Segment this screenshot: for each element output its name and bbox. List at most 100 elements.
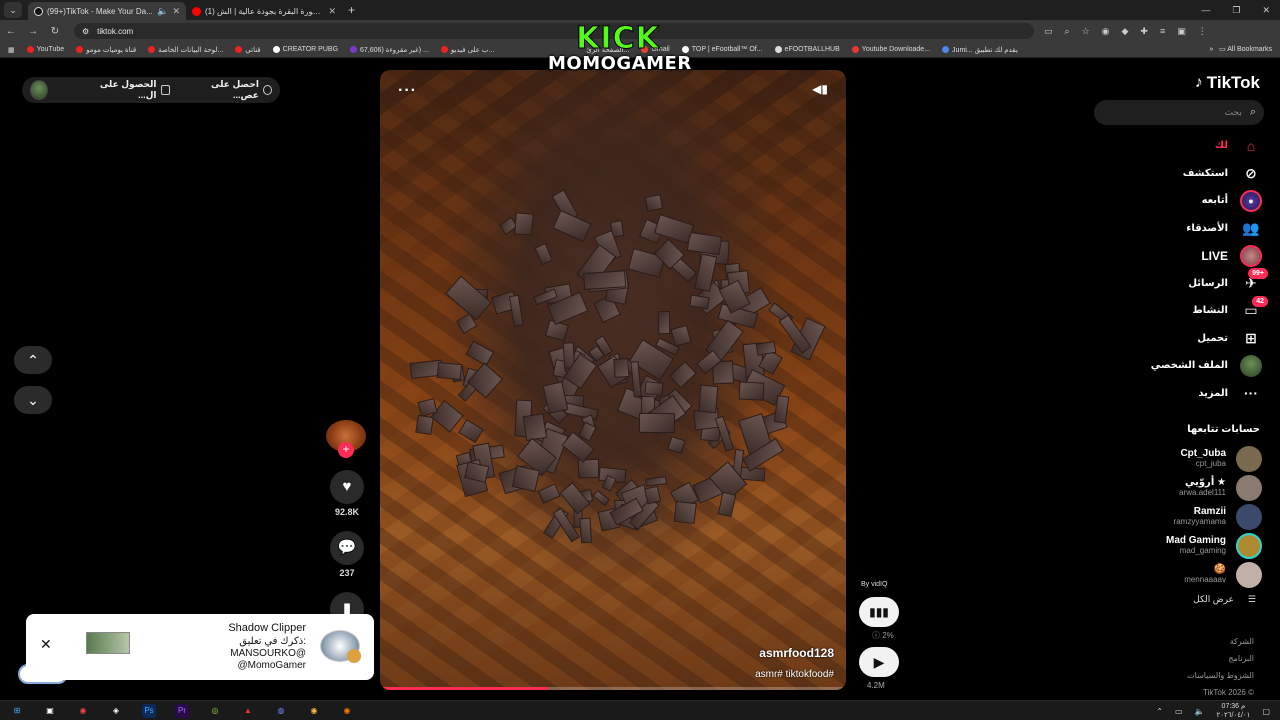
bookmark-label: eFOOTBALLHUB — [784, 46, 840, 53]
bookmark[interactable]: Jumi... يقدم لك تطبيق — [942, 46, 1018, 54]
acrobat-icon[interactable]: ▲ — [241, 704, 255, 718]
back-icon[interactable]: ← — [0, 26, 22, 37]
list-item[interactable]: Ramzii ramzyyamama — [1082, 502, 1262, 531]
star-icon[interactable]: ☆ — [1082, 26, 1090, 37]
sidebar-item-upload[interactable]: تحميل ⊞ — [1102, 325, 1262, 353]
sidebar-item-label: الملف الشخصي — [1150, 360, 1228, 372]
camera-icon[interactable]: ◉ — [1102, 26, 1110, 37]
tiktok-logo[interactable]: ♪ TikTok — [1195, 73, 1260, 93]
vidiq-stats-button[interactable]: ▮▮▮ — [859, 597, 899, 627]
list-item[interactable]: أروّيي ★ arwa.adel111 — [1082, 473, 1262, 502]
premiere-icon[interactable]: Pr — [175, 703, 189, 718]
follow-plus-icon[interactable]: + — [338, 442, 354, 458]
network-icon[interactable]: ▭ — [1175, 707, 1183, 716]
chrome-icon[interactable]: ◉ — [307, 704, 321, 718]
tab-close-icon[interactable]: ✕ — [172, 6, 180, 17]
extension-icon[interactable]: ◆ — [1122, 26, 1129, 37]
creator-avatar[interactable]: + — [326, 420, 366, 458]
close-icon[interactable]: ✕ — [40, 636, 52, 653]
bookmark[interactable]: 67,606) غير مقروءة) ... — [350, 46, 429, 54]
alert-line: MANSOURKO@ — [230, 648, 306, 659]
heart-icon[interactable]: ♥ — [330, 470, 364, 504]
task-view-icon[interactable]: ▣ — [43, 704, 57, 718]
avatar[interactable] — [30, 80, 49, 100]
sidebar-item-live[interactable]: LIVE — [1102, 242, 1262, 270]
following-accounts-title: حسابات تتابعها — [1187, 424, 1260, 435]
list-item[interactable]: Cpt_Juba cpt_juba — [1082, 444, 1262, 473]
previous-video-button[interactable]: ⌃ — [14, 346, 52, 374]
video-author[interactable]: asmrfood128 — [759, 646, 834, 660]
speaker-icon[interactable]: 🔈 — [1195, 707, 1205, 716]
more-options-icon[interactable]: ··· — [398, 82, 417, 100]
sidebar-item-explore[interactable]: استكشف ⊘ — [1102, 160, 1262, 188]
reload-icon[interactable]: ↻ — [44, 26, 66, 37]
comment-icon[interactable]: 💬 — [330, 531, 364, 565]
sidebar-item-profile[interactable]: الملف الشخصي — [1102, 352, 1262, 380]
youtube-icon — [440, 46, 448, 53]
tab-close-icon[interactable]: ✕ — [328, 6, 336, 17]
apps-grid-icon[interactable]: ▦ — [8, 46, 15, 54]
sidebar-item-activity[interactable]: النشاط ▭ 42 — [1102, 295, 1268, 325]
footer-link[interactable]: الشروط والسياسات — [1187, 667, 1254, 684]
forward-icon[interactable]: → — [22, 26, 44, 37]
bookmark[interactable]: ب على فيديو... — [440, 46, 494, 54]
windows-start-icon[interactable]: ⊞ — [10, 704, 24, 718]
bookmark[interactable]: eFOOTBALLHUB — [774, 46, 840, 53]
clock[interactable]: 07:36 م ٢٠٢٦/٠٤/٠١ — [1216, 702, 1250, 720]
app-icon[interactable]: ◈ — [109, 704, 123, 718]
list-item[interactable]: Mad Gaming mad_gaming — [1082, 531, 1262, 560]
firefox-icon[interactable]: ◉ — [340, 704, 354, 718]
bookmark[interactable]: لوحة البيانات الخاصة... — [148, 46, 223, 54]
video-progress-bar[interactable] — [380, 687, 846, 690]
cast-icon[interactable]: ▭ — [1044, 26, 1053, 37]
chocolate-chip — [534, 242, 554, 266]
bookmark[interactable]: TOP | eFootball™ Of... — [681, 46, 763, 53]
zoom-icon[interactable]: ⌕ — [1065, 26, 1070, 37]
get-offer-button[interactable]: احصل على عص... — [192, 79, 272, 101]
minimize-icon[interactable]: — — [1201, 0, 1210, 20]
chevron-down-icon[interactable]: ⌄ — [4, 2, 22, 18]
tab-tiktok[interactable]: (99+)TikTok - Make Your Da... 🔈 ✕ — [28, 2, 186, 20]
account-name: Cpt_Juba — [1180, 448, 1226, 459]
bookmark[interactable]: قناة يوميات مومو — [76, 46, 136, 54]
restore-icon[interactable]: ❐ — [1232, 0, 1240, 20]
footer-link[interactable]: الشركة — [1187, 633, 1254, 650]
video-hashtags[interactable]: asmr# tiktokfood# — [755, 669, 834, 680]
footer-link[interactable]: البرنامج — [1187, 650, 1254, 667]
app-icon[interactable]: ◎ — [208, 704, 222, 718]
sidebar-item-for-you[interactable]: لك ⌂ — [1102, 132, 1262, 160]
obs-icon[interactable]: ◉ — [76, 704, 90, 718]
photoshop-icon[interactable]: Ps — [142, 703, 156, 718]
new-tab-button[interactable]: + — [348, 3, 355, 17]
tab-search-icon[interactable]: ≡ — [1160, 26, 1165, 37]
list-item[interactable]: 🍪 mennaaaav — [1082, 560, 1262, 589]
search-icon[interactable]: ⌕ — [1250, 106, 1256, 119]
messages-icon: ✈ 99+ — [1240, 268, 1268, 294]
all-bookmarks[interactable]: » ▭ All Bookmarks — [1209, 42, 1272, 57]
get-coins-button[interactable]: الحصول على ال... — [88, 79, 170, 101]
chocolate-chip — [773, 394, 790, 424]
bookmark[interactable]: Youtube Downloade... — [851, 46, 930, 53]
play-button[interactable]: ▶ — [859, 647, 899, 677]
sidebar-item-friends[interactable]: الأصدقاء 👥 — [1102, 215, 1262, 243]
show-all-button[interactable]: عرض الكل ☰ — [1193, 594, 1256, 605]
video-player[interactable]: ··· ◀▮ asmrfood128 asmr# tiktokfood# — [380, 70, 846, 690]
volume-icon[interactable]: ◀▮ — [812, 82, 828, 96]
sidebar-item-following[interactable]: أتابعه ● — [1102, 187, 1262, 215]
puzzle-icon[interactable]: ✚ — [1140, 26, 1148, 37]
sidebar-item-messages[interactable]: الرسائل ✈ 99+ — [1102, 268, 1268, 298]
window-close-icon[interactable]: ✕ — [1262, 0, 1270, 20]
discord-icon[interactable]: ◍ — [274, 704, 288, 718]
bookmark[interactable]: CREATOR PUBG — [272, 46, 338, 53]
notification-icon[interactable]: ▢ — [1262, 707, 1270, 716]
sidebar-item-more[interactable]: المزيد ··· — [1102, 380, 1262, 408]
tab-youtube[interactable]: (1) سورة البقرة بجودة عالية | الش... ✕ — [186, 2, 342, 20]
profile-icon[interactable]: ▣ — [1177, 26, 1186, 37]
site-info-icon[interactable]: ⚙ — [82, 27, 89, 36]
tray-chevron-icon[interactable]: ⌃ — [1156, 707, 1163, 716]
next-video-button[interactable]: ⌄ — [14, 386, 52, 414]
search-input[interactable]: بحث ⌕ — [1094, 100, 1264, 125]
bookmark[interactable]: قناتي — [235, 46, 261, 54]
bookmark[interactable]: YouTube — [26, 46, 64, 53]
kebab-menu-icon[interactable]: ⋮ — [1198, 26, 1207, 37]
